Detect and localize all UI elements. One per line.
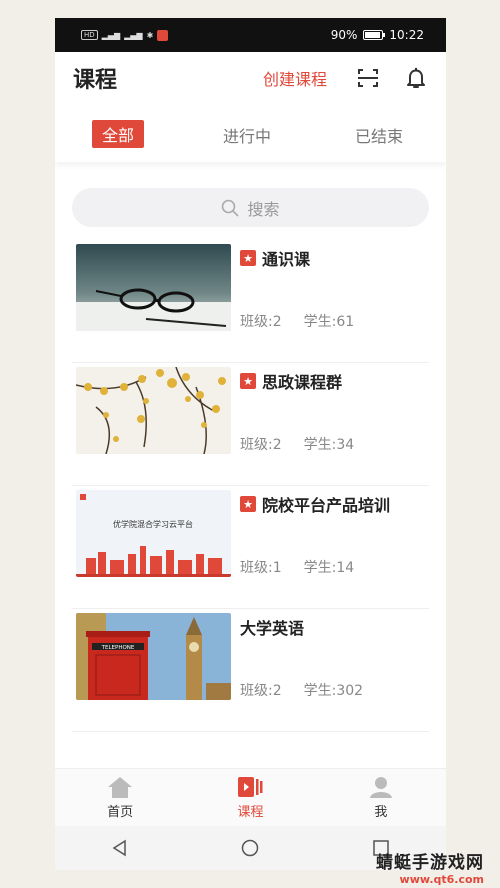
thumb-caption: 优学院混合学习云平台 bbox=[113, 519, 193, 529]
watermark: 蜻蜓手游戏网 www.qt6.com bbox=[376, 848, 484, 886]
student-count: 学生:34 bbox=[303, 437, 355, 453]
filter-tabs: 全部 进行中 已结束 bbox=[55, 104, 446, 162]
class-count: 班级:2 bbox=[240, 437, 282, 453]
signal-icon: ▂▄▆ bbox=[101, 30, 121, 40]
app-notification-icon bbox=[157, 29, 169, 41]
course-title-row: ★ 院校平台产品培训 bbox=[240, 492, 390, 516]
course-meta: 班级:2 学生:302 bbox=[240, 680, 363, 700]
app-header: 课程 创建课程 bbox=[55, 52, 446, 104]
class-count: 班级:2 bbox=[240, 314, 282, 330]
class-count: 班级:2 bbox=[240, 683, 282, 699]
course-thumbnail-london: TELEPHONE bbox=[76, 613, 231, 700]
course-thumbnail-glasses bbox=[76, 244, 231, 331]
battery-percent: 90% bbox=[330, 28, 358, 42]
scan-icon[interactable] bbox=[357, 67, 379, 89]
course-icon bbox=[238, 777, 263, 797]
course-title: 思政课程群 bbox=[262, 373, 343, 392]
phone-screen: HD ▂▄▆ ▂▄▆ ✱ 90% 10:22 课程 创建课程 全部 进行中 已结… bbox=[55, 18, 446, 870]
battery-icon bbox=[363, 30, 386, 40]
course-thumbnail-ginkgo bbox=[76, 367, 231, 454]
clock: 10:22 bbox=[389, 28, 424, 42]
course-title-row: ★ 思政课程群 bbox=[240, 369, 342, 393]
bluetooth-icon: ✱ bbox=[146, 30, 154, 40]
course-list: ★ 通识课 班级:2 学生:61 ★ 思政课程群 班级:2 学生:34 优学院混… bbox=[72, 240, 429, 732]
bottom-nav: 首页 课程 我 bbox=[55, 768, 446, 826]
course-title: 大学英语 bbox=[240, 619, 305, 638]
network-badge: HD bbox=[81, 30, 98, 40]
nav-home-label: 首页 bbox=[107, 805, 134, 820]
create-course-button[interactable]: 创建课程 bbox=[263, 66, 327, 90]
student-count: 学生:61 bbox=[303, 314, 355, 330]
course-item[interactable]: TELEPHONE 大学英语 班级:2 学生:302 bbox=[72, 609, 429, 732]
course-title-row: ★ 通识课 bbox=[240, 246, 310, 270]
watermark-text: 蜻蜓手游戏网 bbox=[376, 853, 484, 873]
student-count: 学生:302 bbox=[303, 683, 364, 699]
tab-ended[interactable]: 已结束 bbox=[355, 123, 403, 147]
nav-profile-label: 我 bbox=[374, 805, 388, 820]
course-meta: 班级:2 学生:34 bbox=[240, 434, 354, 454]
profile-icon bbox=[369, 777, 392, 798]
nav-courses[interactable]: 课程 bbox=[185, 769, 315, 826]
home-icon bbox=[108, 777, 133, 798]
status-left: HD ▂▄▆ ▂▄▆ ✱ bbox=[81, 29, 169, 41]
course-item[interactable]: ★ 思政课程群 班级:2 学生:34 bbox=[72, 363, 429, 486]
status-right: 90% 10:22 bbox=[331, 28, 424, 42]
nav-profile[interactable]: 我 bbox=[316, 769, 446, 826]
star-icon: ★ bbox=[240, 373, 256, 389]
tab-ongoing[interactable]: 进行中 bbox=[223, 123, 271, 147]
course-item[interactable]: 优学院混合学习云平台 ★ 院校平台产品培训 班级:1 学生:14 bbox=[72, 486, 429, 609]
star-icon: ★ bbox=[240, 250, 256, 266]
nav-courses-label: 课程 bbox=[237, 805, 264, 820]
watermark-url: www.qt6.com bbox=[399, 873, 484, 886]
class-count: 班级:1 bbox=[240, 560, 282, 576]
bell-icon[interactable] bbox=[404, 66, 428, 90]
course-title-row: 大学英语 bbox=[240, 615, 304, 639]
search-input[interactable]: 搜索 bbox=[72, 188, 429, 227]
thumb-caption: TELEPHONE bbox=[101, 645, 135, 651]
course-title: 通识课 bbox=[262, 250, 311, 269]
star-icon: ★ bbox=[240, 496, 256, 512]
course-thumbnail-platform: 优学院混合学习云平台 bbox=[76, 490, 231, 577]
search-placeholder: 搜索 bbox=[247, 199, 280, 219]
status-bar: HD ▂▄▆ ▂▄▆ ✱ 90% 10:22 bbox=[55, 18, 446, 52]
nav-home[interactable]: 首页 bbox=[55, 769, 185, 826]
signal-icon-2: ▂▄▆ bbox=[124, 30, 143, 40]
tab-all[interactable]: 全部 bbox=[92, 120, 145, 148]
student-count: 学生:14 bbox=[303, 560, 355, 576]
course-meta: 班级:2 学生:61 bbox=[240, 311, 354, 331]
page-title: 课程 bbox=[73, 68, 118, 93]
course-item[interactable]: ★ 通识课 班级:2 学生:61 bbox=[72, 240, 429, 363]
back-icon[interactable] bbox=[111, 839, 129, 857]
search-icon bbox=[222, 199, 240, 217]
home-circle-icon[interactable] bbox=[241, 839, 259, 857]
course-title: 院校平台产品培训 bbox=[262, 496, 391, 515]
course-meta: 班级:1 学生:14 bbox=[240, 557, 354, 577]
